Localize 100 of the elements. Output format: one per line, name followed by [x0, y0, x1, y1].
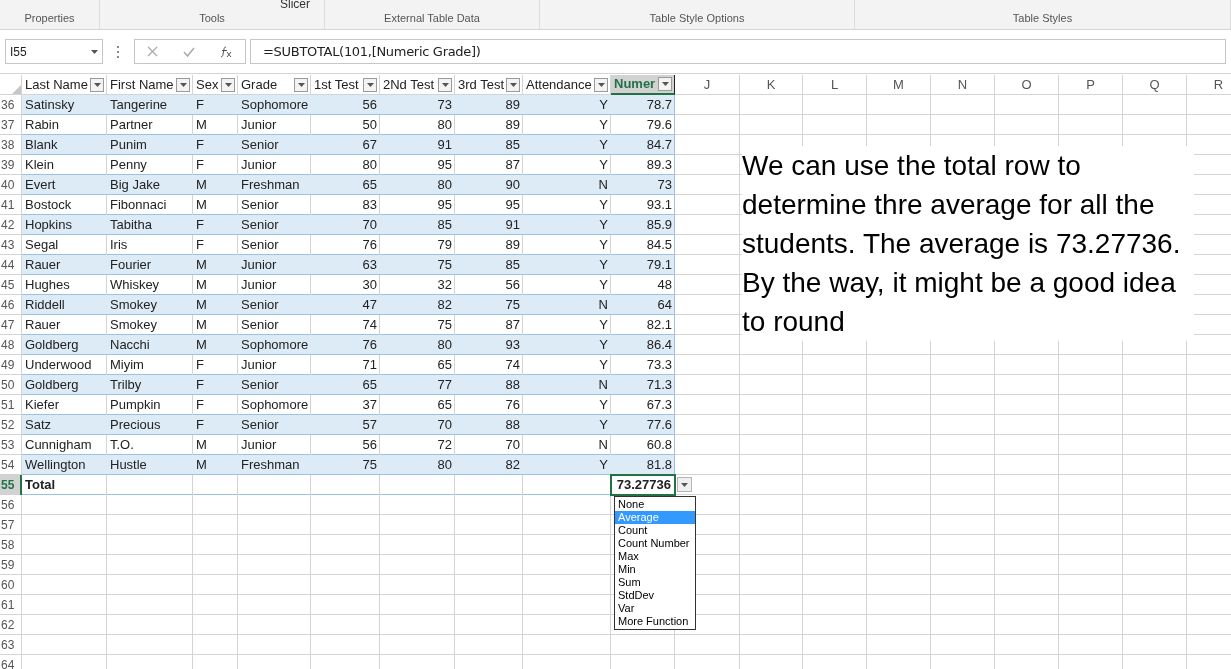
table-cell-text: 65 — [362, 176, 377, 195]
table-cell-text: 77 — [437, 376, 452, 395]
caret-icon — [661, 82, 669, 86]
row-number: 36 — [0, 97, 16, 114]
table-cell-text: 71 — [362, 356, 377, 375]
table-cell-text: Trilby — [110, 376, 142, 395]
more-icon — [117, 45, 120, 58]
column-header-label: Numer — [614, 75, 656, 94]
table-cell-text: Evert — [25, 176, 56, 195]
table-cell-text: M — [196, 336, 207, 355]
menu-item[interactable]: StdDev — [615, 589, 695, 602]
filter-dropdown-button[interactable] — [176, 77, 190, 92]
table-cell-text: Rauer — [25, 316, 61, 335]
column-header-label: 3rd Test — [458, 75, 504, 94]
filter-dropdown-button[interactable] — [506, 77, 520, 92]
caret-icon — [509, 82, 517, 87]
table-cell-text: 95 — [505, 196, 520, 215]
table-cell-text: 84.7 — [646, 136, 672, 155]
table-cell-text: Big Jake — [110, 176, 160, 195]
table-cell-text: T.O. — [110, 436, 134, 455]
column-header-label: R — [1213, 75, 1224, 94]
menu-item[interactable]: More Function — [615, 615, 695, 628]
table-cell-text: Y — [599, 156, 608, 175]
row-number: 44 — [0, 257, 16, 274]
table-cell-text: 57 — [362, 416, 377, 435]
filter-dropdown-button[interactable] — [90, 77, 104, 92]
table-cell-text: Fibonnaci — [110, 196, 167, 215]
table-cell-text: Junior — [241, 156, 277, 175]
table-cell-text: 80 — [437, 116, 452, 135]
table-cell-text: Y — [599, 356, 608, 375]
table-cell-text: Rabin — [25, 116, 59, 135]
menu-item[interactable]: None — [615, 498, 695, 511]
row-number: 40 — [0, 177, 16, 194]
table-cell-text: Y — [599, 276, 608, 295]
table-cell-text: Satz — [25, 416, 51, 435]
table-cell-text: 83 — [362, 196, 377, 215]
table-cell-text: Smokey — [110, 296, 157, 315]
table-cell-text: Y — [599, 336, 608, 355]
menu-item[interactable]: Count — [615, 524, 695, 537]
menu-item[interactable]: Var — [615, 602, 695, 615]
menu-item[interactable]: Max — [615, 550, 695, 563]
table-cell-text: 74 — [505, 356, 520, 375]
table-cell-text: Nacchi — [110, 336, 150, 355]
caret-icon — [179, 82, 187, 87]
table-cell-text: 67 — [362, 136, 377, 155]
filter-dropdown-button[interactable] — [594, 77, 608, 92]
table-cell-text: Riddell — [25, 296, 65, 315]
table-cell-text: 79 — [437, 236, 452, 255]
row-number: 45 — [0, 277, 16, 294]
table-cell-text: Y — [599, 416, 608, 435]
table-cell-text: 47 — [362, 296, 377, 315]
menu-item[interactable]: Min — [615, 563, 695, 576]
table-cell-text: F — [196, 396, 204, 415]
ribbon-group-label: Tools — [199, 10, 225, 26]
table-cell-text: N — [598, 376, 608, 395]
table-cell-text: 50 — [362, 116, 377, 135]
name-box[interactable]: I55 — [5, 39, 103, 64]
menu-item[interactable]: Sum — [615, 576, 695, 589]
caret-icon — [597, 82, 605, 87]
row-number: 39 — [0, 157, 16, 174]
row-number: 42 — [0, 217, 16, 234]
table-cell-text: F — [196, 356, 204, 375]
caret-icon — [91, 49, 98, 54]
table-cell-text: Freshman — [241, 176, 300, 195]
table-cell-text: 72 — [437, 436, 452, 455]
filter-dropdown-button[interactable] — [438, 77, 452, 92]
table-cell-text: 93.1 — [646, 196, 672, 215]
filter-dropdown-button[interactable] — [221, 77, 235, 92]
filter-dropdown-button[interactable] — [363, 77, 377, 92]
table-cell-text: Hustle — [110, 456, 147, 475]
table-cell-text: Junior — [241, 356, 277, 375]
table-cell-text: Precious — [110, 416, 161, 435]
table-cell-text: 75 — [362, 456, 377, 475]
table-cell-text: 89 — [505, 236, 520, 255]
row-number: 60 — [0, 577, 16, 594]
formula-field[interactable]: =SUBTOTAL(101,[Numeric Grade]) — [250, 39, 1226, 64]
table-cell-text: 85 — [437, 216, 452, 235]
column-header-label: Q — [1149, 75, 1160, 94]
table-cell-text: 93 — [505, 336, 520, 355]
dropdown-button[interactable] — [677, 477, 692, 492]
table-cell-text: Hopkins — [25, 216, 72, 235]
row-number: 58 — [0, 537, 16, 554]
slicer-label[interactable]: Slicer — [280, 0, 310, 11]
row-number: 64 — [0, 657, 16, 669]
table-cell-text: M — [196, 456, 207, 475]
table-cell-text: 63 — [362, 256, 377, 275]
table-cell-text: Satinsky — [25, 96, 75, 115]
filter-dropdown-button[interactable] — [294, 77, 308, 92]
table-cell-text: Punim — [110, 136, 147, 155]
table-cell-text: Rauer — [25, 256, 61, 275]
table-cell-text: 65 — [362, 376, 377, 395]
insert-function-icon[interactable] — [219, 45, 233, 58]
column-header-label: N — [957, 75, 968, 94]
column-header-label: Last Name — [25, 75, 88, 94]
table-cell-text: 30 — [362, 276, 377, 295]
total-value-cell[interactable]: 73.27736 — [610, 474, 676, 496]
table-cell-text: 87 — [505, 156, 520, 175]
table-cell-text: Fourier — [110, 256, 152, 275]
filter-dropdown-button[interactable] — [658, 77, 672, 91]
menu-item[interactable]: Count Number — [615, 537, 695, 550]
